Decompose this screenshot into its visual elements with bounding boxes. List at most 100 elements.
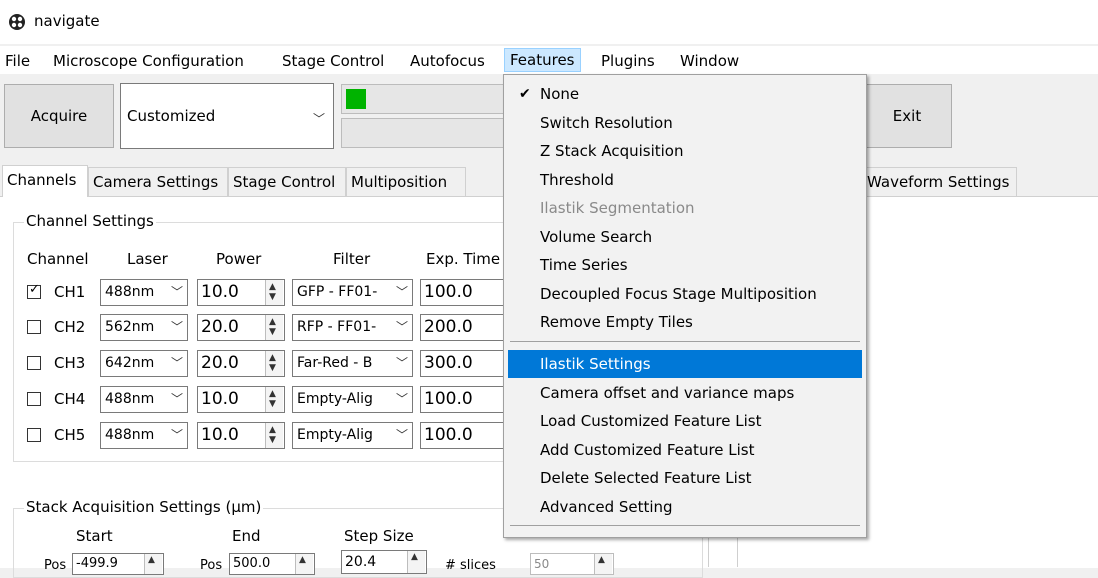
- stack-step-field[interactable]: 20.4 ▲: [341, 550, 427, 574]
- laser-value: 488nm: [105, 391, 155, 407]
- spin-arrows-icon[interactable]: ▲ ▼: [265, 315, 283, 340]
- laser-select-ch2[interactable]: 562nm ﹀: [100, 314, 188, 341]
- menu-separator: [510, 525, 860, 526]
- channel-checkbox-ch2[interactable]: [27, 320, 41, 334]
- tab-camera-settings[interactable]: Camera Settings: [88, 167, 228, 196]
- channel-checkbox-ch3[interactable]: [27, 356, 41, 370]
- chevron-down-icon: ﹀: [395, 320, 408, 334]
- spin-arrows-icon[interactable]: ▲: [407, 551, 425, 573]
- chevron-down-icon: ﹀: [170, 285, 183, 299]
- channel-name: CH3: [54, 354, 86, 372]
- menu-option-none[interactable]: ✔ None: [508, 80, 862, 108]
- exposure-field-ch2[interactable]: 200.0: [420, 314, 506, 341]
- channel-checkbox-ch5[interactable]: [27, 428, 41, 442]
- spin-arrows-icon[interactable]: ▲: [144, 554, 162, 574]
- chevron-down-icon: ﹀: [395, 356, 408, 370]
- menu-option-add-customized-feature-list[interactable]: Add Customized Feature List: [508, 436, 862, 464]
- pos-label: Pos: [44, 558, 67, 573]
- laser-value: 642nm: [105, 355, 155, 371]
- menu-plugins[interactable]: Plugins: [596, 50, 660, 72]
- spin-arrows-icon[interactable]: ▲ ▼: [265, 351, 283, 376]
- power-spinbox-ch1[interactable]: 10.0 ▲ ▼: [197, 279, 285, 306]
- channel-checkbox-ch4[interactable]: [27, 392, 41, 406]
- power-spinbox-ch4[interactable]: 10.0 ▲ ▼: [197, 386, 285, 413]
- laser-select-ch3[interactable]: 642nm ﹀: [100, 350, 188, 377]
- menu-option-threshold[interactable]: Threshold: [508, 166, 862, 194]
- menu-option-switch-resolution[interactable]: Switch Resolution: [508, 109, 862, 137]
- filter-select-ch4[interactable]: Empty-Alig ﹀: [292, 386, 413, 413]
- app-logo-icon: [9, 14, 25, 30]
- tab-multiposition[interactable]: Multiposition: [346, 167, 466, 196]
- laser-select-ch5[interactable]: 488nm ﹀: [100, 422, 188, 449]
- power-value: 10.0: [201, 389, 239, 409]
- menu-option-load-customized-feature-list[interactable]: Load Customized Feature List: [508, 407, 862, 435]
- menu-microscope-configuration[interactable]: Microscope Configuration: [48, 50, 249, 72]
- menu-option-camera-offset-variance-maps[interactable]: Camera offset and variance maps: [508, 379, 862, 407]
- power-spinbox-ch3[interactable]: 20.0 ▲ ▼: [197, 350, 285, 377]
- filter-select-ch1[interactable]: GFP - FF01- ﹀: [292, 279, 413, 306]
- power-value: 20.0: [201, 317, 239, 337]
- menu-file[interactable]: File: [0, 50, 35, 72]
- power-value: 10.0: [201, 282, 239, 302]
- menu-features[interactable]: Features: [504, 48, 581, 72]
- spin-arrows-icon[interactable]: ▲ ▼: [265, 280, 283, 305]
- acquire-button[interactable]: Acquire: [4, 84, 114, 148]
- chevron-down-icon: ﹀: [395, 428, 408, 442]
- menu-option-label: Z Stack Acquisition: [540, 142, 684, 160]
- chevron-down-icon: ﹀: [313, 112, 326, 126]
- stack-step-label: Step Size: [344, 527, 414, 545]
- menu-option-label: Ilastik Settings: [540, 355, 651, 373]
- stack-start-field[interactable]: -499.9 ▲: [72, 553, 164, 575]
- menu-option-volume-search[interactable]: Volume Search: [508, 223, 862, 251]
- menu-option-remove-empty-tiles[interactable]: Remove Empty Tiles: [508, 308, 862, 336]
- exit-button-label: Exit: [892, 107, 922, 125]
- exposure-value: 100.0: [424, 425, 473, 445]
- tab-channels[interactable]: Channels: [2, 165, 88, 197]
- filter-select-ch5[interactable]: Empty-Alig ﹀: [292, 422, 413, 449]
- tab-stage-control[interactable]: Stage Control: [228, 167, 346, 196]
- filter-select-ch2[interactable]: RFP - FF01- ﹀: [292, 314, 413, 341]
- spin-arrows-icon[interactable]: ▲ ▼: [265, 387, 283, 412]
- spin-arrows-icon[interactable]: ▲: [295, 554, 313, 574]
- menu-option-decoupled-focus-stage-multiposition[interactable]: Decoupled Focus Stage Multiposition: [508, 280, 862, 308]
- menu-autofocus[interactable]: Autofocus: [405, 50, 490, 72]
- chevron-down-icon: ﹀: [170, 428, 183, 442]
- menu-option-z-stack-acquisition[interactable]: Z Stack Acquisition: [508, 137, 862, 165]
- laser-value: 488nm: [105, 284, 155, 300]
- menu-option-advanced-setting[interactable]: Advanced Setting: [508, 493, 862, 521]
- chevron-down-icon: ﹀: [395, 392, 408, 406]
- stack-end-field[interactable]: 500.0 ▲: [229, 553, 315, 575]
- channel-name: CH5: [54, 426, 86, 444]
- chevron-down-icon: ﹀: [170, 392, 183, 406]
- exposure-field-ch4[interactable]: 100.0: [420, 386, 506, 413]
- menu-stage-control[interactable]: Stage Control: [277, 50, 389, 72]
- header-power: Power: [216, 250, 262, 268]
- exit-button[interactable]: Exit: [862, 84, 952, 148]
- exposure-field-ch1[interactable]: 100.0: [420, 279, 506, 306]
- tab-waveform-settings[interactable]: Waveform Settings: [862, 167, 1017, 196]
- laser-select-ch4[interactable]: 488nm ﹀: [100, 386, 188, 413]
- filter-select-ch3[interactable]: Far-Red - B ﹀: [292, 350, 413, 377]
- power-value: 20.0: [201, 353, 239, 373]
- menu-option-delete-selected-feature-list[interactable]: Delete Selected Feature List: [508, 464, 862, 492]
- acquisition-mode-select[interactable]: Customized ﹀: [120, 83, 334, 149]
- menu-window[interactable]: Window: [675, 50, 744, 72]
- exposure-field-ch5[interactable]: 100.0: [420, 422, 506, 449]
- menu-option-ilastik-settings[interactable]: Ilastik Settings: [508, 350, 862, 378]
- status-indicator-panel: [341, 84, 511, 114]
- menu-option-time-series[interactable]: Time Series: [508, 251, 862, 279]
- exposure-field-ch3[interactable]: 300.0: [420, 350, 506, 377]
- menu-option-label: Volume Search: [540, 228, 653, 246]
- slices-field: 50 ▲: [530, 553, 614, 575]
- power-value: 10.0: [201, 425, 239, 445]
- header-laser: Laser: [127, 250, 168, 268]
- laser-select-ch1[interactable]: 488nm ﹀: [100, 279, 188, 306]
- filter-value: Far-Red - B: [297, 355, 373, 371]
- stack-end-label: End: [232, 527, 261, 545]
- acquire-button-label: Acquire: [30, 107, 88, 125]
- spin-arrows-icon[interactable]: ▲ ▼: [265, 423, 283, 448]
- power-spinbox-ch2[interactable]: 20.0 ▲ ▼: [197, 314, 285, 341]
- filter-value: Empty-Alig: [297, 427, 373, 443]
- power-spinbox-ch5[interactable]: 10.0 ▲ ▼: [197, 422, 285, 449]
- channel-checkbox-ch1[interactable]: [27, 282, 41, 299]
